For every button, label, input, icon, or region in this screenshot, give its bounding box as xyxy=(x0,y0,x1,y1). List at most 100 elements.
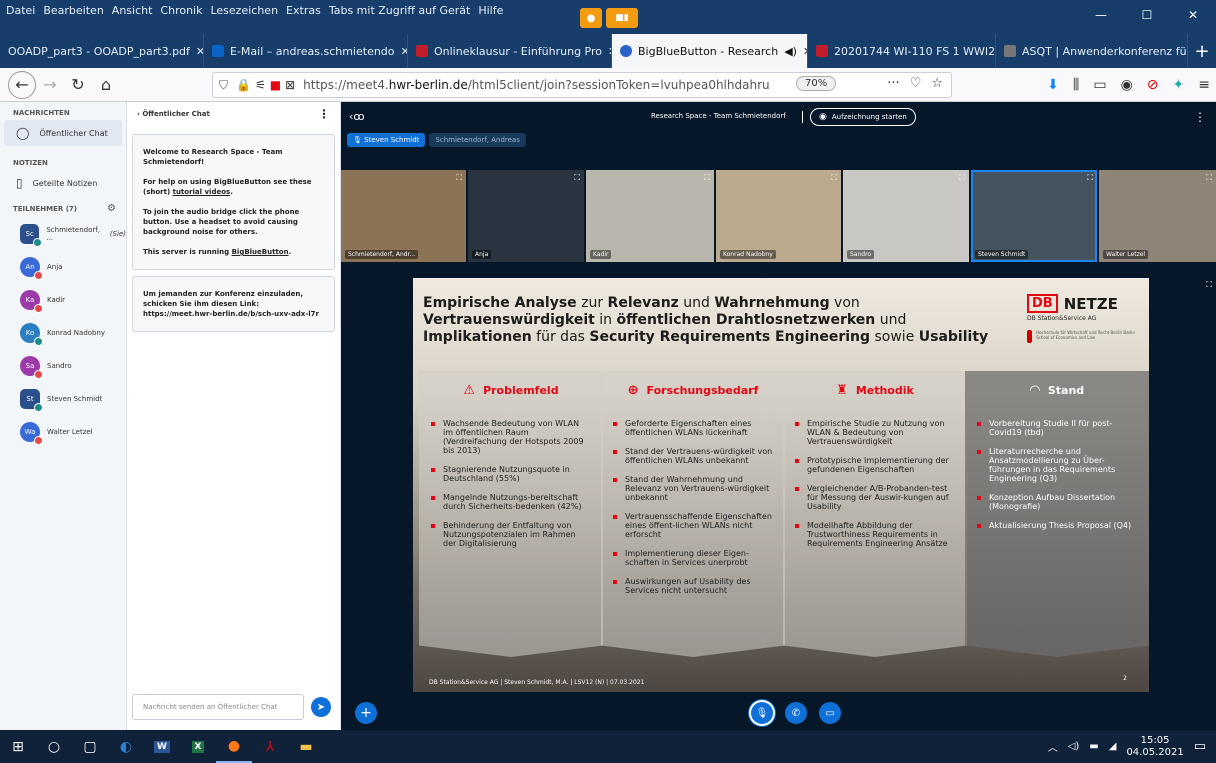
bookmark-star-icon[interactable]: ☆ xyxy=(931,76,943,91)
menu-ansicht[interactable]: Ansicht xyxy=(112,4,153,17)
clock[interactable]: 15:05 04.05.2021 xyxy=(1126,735,1183,759)
participant-item[interactable]: Sa Sandro xyxy=(0,349,126,382)
tab-pdf[interactable]: OOADP_part3 - OOADP_part3.pdf✕ xyxy=(0,34,204,68)
fullscreen-icon[interactable]: ⛶ xyxy=(574,173,580,183)
participant-item[interactable]: Sc Schmietendorf, ... (Sie) xyxy=(0,217,126,250)
tab-bigbluebutton[interactable]: BigBlueButton - Research ◀)✕ xyxy=(612,34,808,68)
shared-notes-item[interactable]: ▯ Geteilte Notizen xyxy=(0,170,126,196)
permissions-icon[interactable]: ⚟ xyxy=(255,78,266,92)
bigbluebutton-link[interactable]: BigBlueButton xyxy=(232,248,289,256)
close-icon[interactable]: ✕ xyxy=(395,45,407,58)
tab-label: E-Mail – andreas.schmietendo xyxy=(230,44,395,58)
public-chat-item[interactable]: ◯ Öffentlicher Chat xyxy=(4,120,122,146)
close-icon[interactable]: ✕ xyxy=(602,45,611,58)
menu-bearbeiten[interactable]: Bearbeiten xyxy=(43,4,103,17)
hamburger-menu-icon[interactable]: ≡ xyxy=(1198,77,1210,93)
video-tile-sandro[interactable]: ⛶ Sandro xyxy=(843,170,969,262)
menu-chronik[interactable]: Chronik xyxy=(160,4,202,17)
close-icon[interactable]: ✕ xyxy=(190,45,203,58)
reload-button[interactable]: ↻ xyxy=(64,71,92,99)
fullscreen-icon[interactable]: ⛶ xyxy=(1087,173,1093,183)
participant-item[interactable]: An Anja xyxy=(0,250,126,283)
close-icon[interactable]: ✕ xyxy=(797,45,807,58)
zoom-level[interactable]: 70% xyxy=(796,76,837,91)
fullscreen-icon[interactable]: ⛶ xyxy=(704,173,710,183)
extension-icon[interactable]: ⊘ xyxy=(1147,77,1159,93)
close-window-button[interactable]: ✕ xyxy=(1170,0,1216,30)
video-tile-kadir[interactable]: ⛶ Kadir xyxy=(586,170,714,262)
excel-icon[interactable]: X xyxy=(180,730,216,763)
options-icon[interactable]: ⋮ xyxy=(1194,110,1206,124)
word-icon[interactable]: W xyxy=(144,730,180,763)
fullscreen-icon[interactable]: ⛶ xyxy=(1206,173,1212,183)
participant-item[interactable]: St Steven Schmidt xyxy=(0,382,126,415)
tab-wi110[interactable]: 20201744 WI-110 FS 1 WWI20✕ xyxy=(808,34,996,68)
back-button[interactable]: ← xyxy=(8,70,36,99)
search-icon[interactable]: ○ xyxy=(36,730,72,763)
camera-icon[interactable]: ■ xyxy=(270,78,281,92)
menu-datei[interactable]: Datei xyxy=(6,4,35,17)
library-icon[interactable]: ⫼ xyxy=(1073,77,1079,93)
video-tile-schmietendorf[interactable]: ⛶ Schmietendorf, Andr... xyxy=(341,170,466,262)
send-icon[interactable]: ➤ xyxy=(311,697,331,717)
participant-item[interactable]: Ka Kadir xyxy=(0,283,126,316)
forward-button[interactable]: → xyxy=(36,71,64,99)
menu-tabs[interactable]: Tabs mit Zugriff auf Gerät xyxy=(329,4,471,17)
menu-extras[interactable]: Extras xyxy=(286,4,321,17)
hwr-icon xyxy=(816,45,828,57)
fullscreen-icon[interactable]: ⛶ xyxy=(831,173,837,183)
download-icon[interactable]: ⬇ xyxy=(1047,77,1059,93)
video-tile-walter[interactable]: ⛶ Walter Letzel xyxy=(1099,170,1216,262)
participant-item[interactable]: Wa Walter Letzel xyxy=(0,415,126,448)
minimize-button[interactable]: — xyxy=(1078,0,1124,30)
chat-options-icon[interactable]: ⋮ xyxy=(318,107,330,121)
speaker-icon[interactable]: ◀) xyxy=(784,45,797,58)
page-actions-icon[interactable]: ··· xyxy=(887,76,899,91)
video-tile-anja[interactable]: ⛶ Anja xyxy=(468,170,584,262)
globe-app-icon[interactable]: ◐ xyxy=(108,730,144,763)
extension-icon-2[interactable]: ✦ xyxy=(1173,77,1185,93)
microphone-button[interactable]: 🎙 xyxy=(751,702,773,724)
actions-plus-button[interactable]: + xyxy=(355,702,377,724)
task-view-icon[interactable]: ▢ xyxy=(72,730,108,763)
participant-item[interactable]: Ko Konrad Nadobny xyxy=(0,316,126,349)
gear-icon[interactable]: ⚙ xyxy=(107,203,116,214)
firefox-icon[interactable]: ● xyxy=(216,730,252,763)
talker-andreas[interactable]: Schmietendorf, Andreas xyxy=(429,133,526,147)
phone-button[interactable]: ✆ xyxy=(785,702,807,724)
user-list-toggle-icon[interactable]: ‹ꝏ xyxy=(349,110,365,123)
talker-steven[interactable]: 🎙 Steven Schmidt xyxy=(347,133,426,147)
sidebar-icon[interactable]: ▭ xyxy=(1093,77,1106,93)
video-tile-konrad[interactable]: ⛶ Konrad Nadobny xyxy=(716,170,841,262)
tab-onlineklausur[interactable]: Onlineklausur - Einführung Pro✕ xyxy=(408,34,612,68)
menu-lesezeichen[interactable]: Lesezeichen xyxy=(210,4,278,17)
slide-title-part: Empirische Analyse xyxy=(423,295,577,311)
tutorial-link[interactable]: tutorial videos xyxy=(173,188,231,196)
volume-icon[interactable]: ◁) xyxy=(1068,741,1080,752)
account-icon[interactable]: ◉ xyxy=(1121,77,1133,93)
battery-icon[interactable]: ▬ xyxy=(1089,741,1098,752)
video-tile-steven[interactable]: ⛶ Steven Schmidt xyxy=(971,170,1097,262)
tab-email[interactable]: E-Mail – andreas.schmietendo✕ xyxy=(204,34,408,68)
windows-start-icon[interactable]: ⊞ xyxy=(0,730,36,763)
tab-asqt[interactable]: ASQT | Anwenderkonferenz fü✕ xyxy=(996,34,1188,68)
record-button[interactable]: ◉ Aufzeichnung starten xyxy=(810,108,916,126)
chevron-up-icon[interactable]: ︿ xyxy=(1048,739,1058,754)
wifi-icon[interactable]: ◢ xyxy=(1109,741,1117,752)
acrobat-icon[interactable]: ⅄ xyxy=(252,730,288,763)
fullscreen-icon[interactable]: ⛶ xyxy=(1206,280,1212,290)
menu-hilfe[interactable]: Hilfe xyxy=(478,4,503,17)
maximize-button[interactable]: ☐ xyxy=(1124,0,1170,30)
fullscreen-icon[interactable]: ⛶ xyxy=(959,173,965,183)
fullscreen-icon[interactable]: ⛶ xyxy=(456,173,462,183)
home-button[interactable]: ⌂ xyxy=(92,71,120,99)
chat-message-input[interactable]: Nachricht senden an Öffentlicher Chat xyxy=(132,694,304,720)
pocket-icon[interactable]: ♡ xyxy=(910,76,922,91)
microphone-icon[interactable]: ⊠ xyxy=(285,78,295,92)
file-explorer-icon[interactable]: ▬ xyxy=(288,730,324,763)
camera-button[interactable]: ▭ xyxy=(819,702,841,724)
new-tab-button[interactable]: + xyxy=(1188,34,1216,68)
notifications-icon[interactable]: ▭ xyxy=(1194,739,1206,754)
url-bar[interactable]: ⛉ 🔒 ⚟ ■ ⊠ https://meet4. hwr-berlin.de/ht… xyxy=(212,72,952,98)
sharing-indicator[interactable]: ● ■▮ xyxy=(580,8,638,28)
